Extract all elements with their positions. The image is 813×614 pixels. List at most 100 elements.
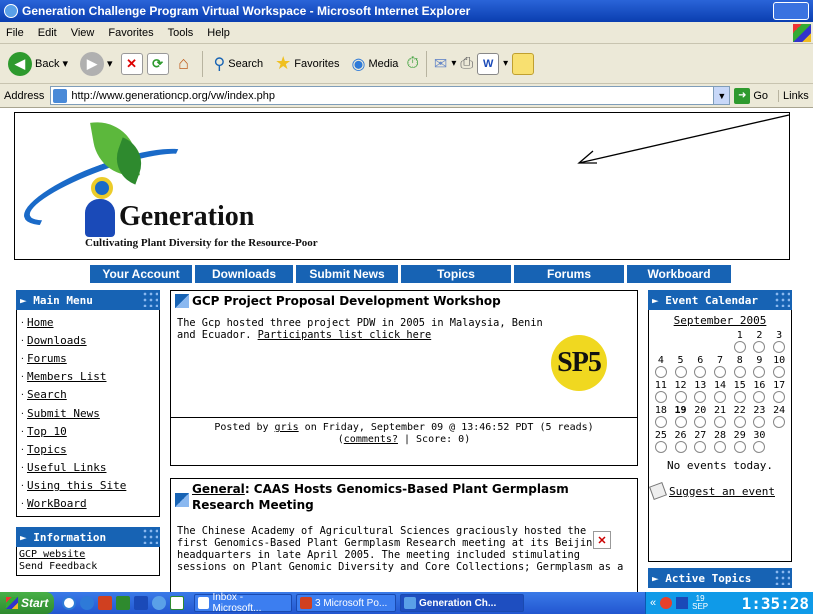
calendar-day[interactable]: 30	[750, 430, 770, 441]
calendar-day[interactable]: 19	[671, 405, 691, 416]
calendar-day[interactable]: 9	[750, 355, 770, 366]
calendar-day[interactable]: 26	[671, 430, 691, 441]
powerpoint-icon[interactable]	[98, 596, 112, 610]
menu-item-submit-news[interactable]: · Submit News	[20, 404, 156, 422]
calendar-day[interactable]: 23	[750, 405, 770, 416]
info-item-gcp-website[interactable]: GCP website	[19, 549, 157, 561]
calendar-day[interactable]: 11	[651, 380, 671, 391]
mail-dropdown-icon[interactable]: ▾	[451, 58, 456, 69]
participants-link[interactable]: Participants list click here	[258, 329, 432, 341]
start-button[interactable]: Start	[0, 592, 54, 614]
calendar-day[interactable]: 15	[730, 380, 750, 391]
nav-workboard[interactable]: Workboard	[627, 265, 731, 283]
menu-item-forums[interactable]: · Forums	[20, 349, 156, 367]
menu-link[interactable]: Home	[27, 316, 54, 329]
author-link[interactable]: gris	[275, 422, 299, 433]
menu-link[interactable]: Forums	[27, 352, 67, 365]
menu-item-home[interactable]: · Home	[20, 313, 156, 331]
forward-dropdown-icon[interactable]: ▾	[107, 57, 113, 70]
menu-item-workboard[interactable]: · WorkBoard	[20, 495, 156, 513]
messenger-icon[interactable]	[512, 52, 535, 75]
calendar-day[interactable]: 22	[730, 405, 750, 416]
tray-expand-icon[interactable]: «	[650, 597, 656, 609]
calendar-day[interactable]: 4	[651, 355, 671, 366]
media-player-icon[interactable]	[80, 596, 94, 610]
app-icon[interactable]	[170, 596, 184, 610]
back-dropdown-icon[interactable]: ▾	[62, 57, 68, 70]
edit-dropdown-icon[interactable]: ▾	[503, 58, 508, 69]
refresh-icon[interactable]: ⟳	[146, 52, 169, 75]
nav-topics[interactable]: Topics	[401, 265, 511, 283]
print-icon[interactable]: ⎙	[460, 55, 473, 73]
links-button[interactable]: Links	[778, 89, 809, 102]
nav-downloads[interactable]: Downloads	[195, 265, 293, 283]
search-button[interactable]: ⚲ Search	[210, 49, 268, 79]
calendar-day[interactable]: 18	[651, 405, 671, 416]
calendar-day[interactable]: 25	[651, 430, 671, 441]
menu-file[interactable]: File	[6, 27, 24, 39]
calendar-day[interactable]: 24	[769, 405, 789, 416]
calendar-day[interactable]: 27	[690, 430, 710, 441]
menu-view[interactable]: View	[71, 27, 95, 39]
calendar-day[interactable]: 2	[750, 330, 770, 341]
menu-tools[interactable]: Tools	[168, 27, 194, 39]
menu-link[interactable]: Using this Site	[27, 479, 126, 492]
home-icon[interactable]: ⌂	[173, 53, 195, 75]
calendar-day[interactable]: 20	[690, 405, 710, 416]
calendar-day[interactable]: 29	[730, 430, 750, 441]
history-icon[interactable]: ⏱	[406, 55, 418, 73]
forward-button[interactable]: ▶ ▾	[76, 49, 117, 79]
suggest-event-link[interactable]: Suggest an event	[669, 485, 775, 498]
menu-help[interactable]: Help	[207, 27, 230, 39]
nav-your-account[interactable]: Your Account	[90, 265, 192, 283]
menu-link[interactable]: Useful Links	[27, 461, 106, 474]
suggest-event[interactable]: Suggest an event	[649, 482, 789, 504]
menu-item-search[interactable]: · Search	[20, 386, 156, 404]
favorites-button[interactable]: ★ Favorites	[271, 49, 343, 79]
go-button[interactable]: ➜ Go	[734, 87, 768, 104]
calendar-day[interactable]: 6	[690, 355, 710, 366]
calendar-day[interactable]: 21	[710, 405, 730, 416]
stop-icon[interactable]: ✕	[120, 52, 143, 75]
calendar-day[interactable]: 17	[769, 380, 789, 391]
excel-icon[interactable]	[116, 596, 130, 610]
address-input[interactable]: http://www.generationcp.org/vw/index.php…	[50, 86, 731, 105]
calendar-day[interactable]: 14	[710, 380, 730, 391]
menu-edit[interactable]: Edit	[38, 27, 57, 39]
nav-submit-news[interactable]: Submit News	[296, 265, 398, 283]
menu-link[interactable]: Topics	[27, 443, 67, 456]
menu-favorites[interactable]: Favorites	[108, 27, 153, 39]
calendar-month-link[interactable]: September 2005	[651, 314, 789, 327]
calendar-day[interactable]: 16	[750, 380, 770, 391]
media-button[interactable]: ◉ Media	[348, 49, 403, 79]
tray-date[interactable]: 19 SEP	[692, 595, 708, 611]
menu-item-top-10[interactable]: · Top 10	[20, 422, 156, 440]
tray-volume-icon[interactable]	[676, 597, 689, 609]
word-icon[interactable]	[134, 596, 148, 610]
back-button[interactable]: ◀ Back ▾	[4, 49, 72, 79]
outlook-icon[interactable]	[62, 596, 76, 610]
comments-link[interactable]: comments?	[344, 434, 398, 445]
calendar-day[interactable]: 7	[710, 355, 730, 366]
info-item-send-feedback[interactable]: Send Feedback	[19, 561, 157, 573]
menu-link[interactable]: Search	[27, 388, 67, 401]
calendar-day[interactable]: 12	[671, 380, 691, 391]
tray-network-icon[interactable]	[660, 597, 673, 609]
window-controls[interactable]	[773, 2, 809, 20]
menu-link[interactable]: WorkBoard	[27, 497, 87, 510]
ie-icon[interactable]	[152, 596, 166, 610]
calendar-day[interactable]: 13	[690, 380, 710, 391]
menu-item-downloads[interactable]: · Downloads	[20, 331, 156, 349]
address-url[interactable]: http://www.generationcp.org/vw/index.php	[71, 90, 275, 102]
menu-item-topics[interactable]: · Topics	[20, 440, 156, 458]
menu-item-using-this-site[interactable]: · Using this Site	[20, 477, 156, 495]
calendar-day[interactable]: 10	[769, 355, 789, 366]
calendar-day[interactable]: 3	[769, 330, 789, 341]
address-dropdown-icon[interactable]: ▼	[713, 87, 730, 104]
calendar-day[interactable]: 1	[730, 330, 750, 341]
word-edit-icon[interactable]: W	[477, 52, 500, 75]
task-generation-ie[interactable]: Generation Ch...	[400, 594, 524, 612]
task-powerpoint[interactable]: 3 Microsoft Po...	[296, 594, 396, 612]
menu-link[interactable]: Members List	[27, 370, 106, 383]
calendar-day[interactable]: 8	[730, 355, 750, 366]
